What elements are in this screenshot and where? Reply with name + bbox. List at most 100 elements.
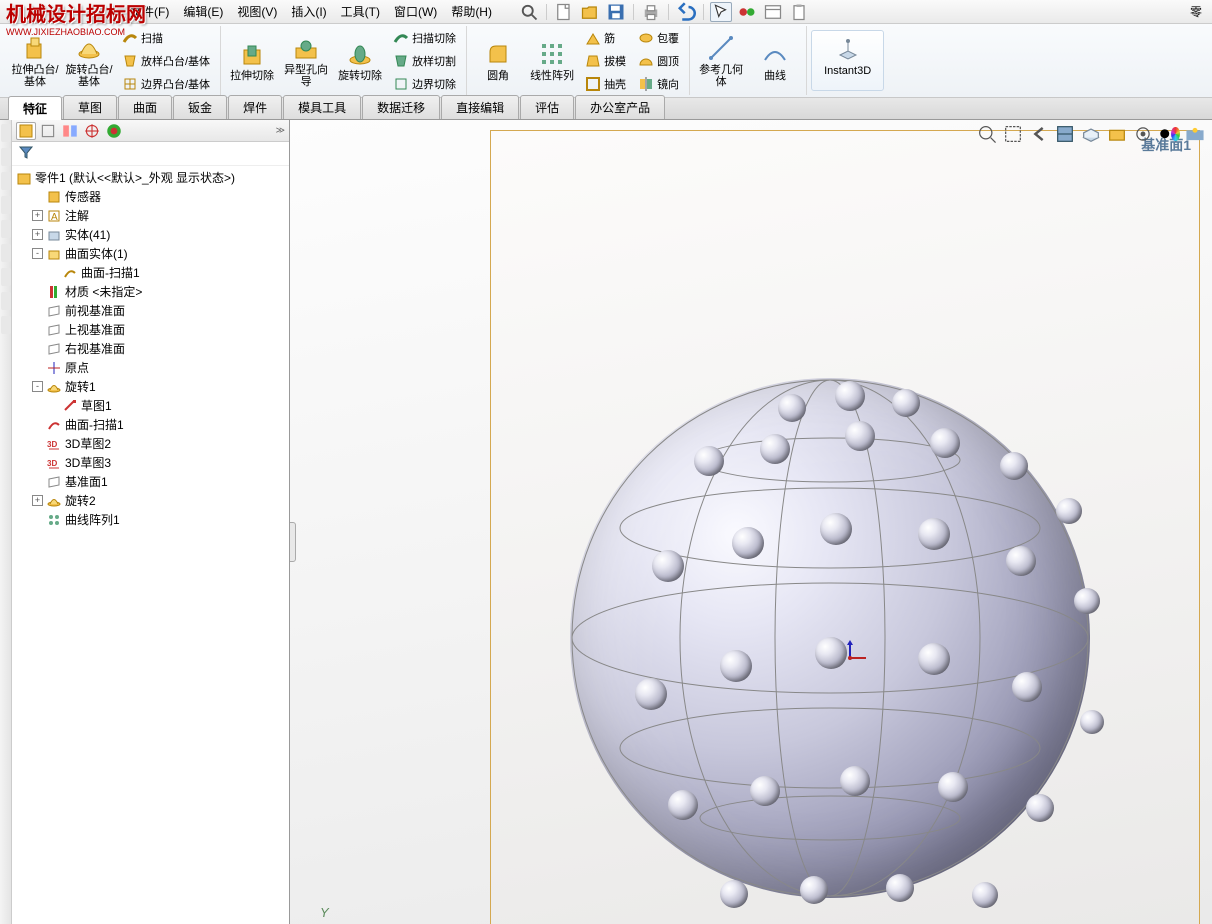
menu-tools[interactable]: 工具(T) — [335, 1, 386, 22]
tab-features[interactable]: 特征 — [8, 96, 62, 120]
tree-expander[interactable]: - — [32, 381, 43, 392]
curves-button[interactable]: 曲线 — [748, 26, 802, 95]
fm-tab-display-icon[interactable] — [104, 122, 124, 140]
tree-item[interactable]: 曲面-扫描1 — [16, 415, 285, 434]
hide-show-icon[interactable] — [1132, 124, 1154, 144]
loft-cut-button[interactable]: 放样切割 — [389, 52, 460, 70]
tab-office[interactable]: 办公室产品 — [575, 95, 665, 119]
menu-window[interactable]: 窗口(W) — [388, 1, 443, 22]
tree-item[interactable]: 曲线阵列1 — [16, 510, 285, 529]
linear-pattern-button[interactable]: 线性阵列 — [525, 26, 579, 95]
graphics-viewport[interactable]: 基准面1 Y — [290, 120, 1212, 924]
strip-btn-5[interactable] — [1, 220, 11, 238]
tree-expander[interactable]: + — [32, 229, 43, 240]
tab-datamigration[interactable]: 数据迁移 — [362, 95, 440, 119]
menu-help[interactable]: 帮助(H) — [445, 1, 498, 22]
fm-tab-tree-icon[interactable] — [16, 122, 36, 140]
print-icon[interactable] — [640, 2, 662, 22]
tree-item[interactable]: 3D3D草图2 — [16, 434, 285, 453]
view-orientation-icon[interactable] — [1080, 124, 1102, 144]
strip-btn-1[interactable] — [1, 124, 11, 142]
dome-button[interactable]: 圆顶 — [634, 52, 683, 70]
rib-button[interactable]: 筋 — [581, 29, 630, 47]
tree-item[interactable]: 3D3D草图3 — [16, 453, 285, 472]
options-icon[interactable] — [762, 2, 784, 22]
panel-splitter[interactable] — [290, 522, 296, 562]
tree-item[interactable]: 传感器 — [16, 187, 285, 206]
strip-btn-2[interactable] — [1, 148, 11, 166]
draft-button[interactable]: 拔模 — [581, 52, 630, 70]
sweep-button[interactable]: 扫描 — [118, 29, 214, 47]
extrude-boss-button[interactable]: 拉伸凸台/基体 — [8, 26, 62, 95]
tab-evaluate[interactable]: 评估 — [520, 95, 574, 119]
scene-icon[interactable] — [1184, 124, 1206, 144]
undo-icon[interactable] — [675, 2, 697, 22]
tab-sheetmetal[interactable]: 钣金 — [173, 95, 227, 119]
boundary-button[interactable]: 边界凸台/基体 — [118, 75, 214, 93]
clipboard-icon[interactable] — [788, 2, 810, 22]
fillet-button[interactable]: 圆角 — [471, 26, 525, 95]
tab-surfaces[interactable]: 曲面 — [118, 95, 172, 119]
display-style-icon[interactable] — [1106, 124, 1128, 144]
tree-item[interactable]: 上视基准面 — [16, 320, 285, 339]
strip-btn-6[interactable] — [1, 244, 11, 262]
fm-tab-dimxpert-icon[interactable] — [82, 122, 102, 140]
tab-sketch[interactable]: 草图 — [63, 95, 117, 119]
strip-btn-4[interactable] — [1, 196, 11, 214]
shell-button[interactable]: 抽壳 — [581, 75, 630, 93]
fm-tab-property-icon[interactable] — [38, 122, 58, 140]
new-doc-icon[interactable] — [553, 2, 575, 22]
zoom-area-icon[interactable] — [1002, 124, 1024, 144]
tree-item[interactable]: 基准面1 — [16, 472, 285, 491]
instant3d-button[interactable]: Instant3D — [811, 30, 884, 91]
tree-item[interactable]: -曲面实体(1) — [16, 244, 285, 263]
prev-view-icon[interactable] — [1028, 124, 1050, 144]
tree-item[interactable]: 原点 — [16, 358, 285, 377]
zoom-fit-icon[interactable] — [976, 124, 998, 144]
ref-geometry-button[interactable]: 参考几何体 — [694, 26, 748, 95]
tree-expander[interactable]: + — [32, 495, 43, 506]
search-icon[interactable] — [518, 2, 540, 22]
menu-view[interactable]: 视图(V) — [231, 1, 283, 22]
tree-item[interactable]: 曲面-扫描1 — [16, 263, 285, 282]
tree-root[interactable]: 零件1 (默认<<默认>_外观 显示状态>) — [16, 168, 285, 187]
tree-item[interactable]: +A注解 — [16, 206, 285, 225]
tree-expander[interactable]: - — [32, 248, 43, 259]
strip-btn-7[interactable] — [1, 268, 11, 286]
extrude-cut-button[interactable]: 拉伸切除 — [225, 26, 279, 95]
revolve-cut-button[interactable]: 旋转切除 — [333, 26, 387, 95]
strip-btn-3[interactable] — [1, 172, 11, 190]
section-view-icon[interactable] — [1054, 124, 1076, 144]
tree-item[interactable]: 材质 <未指定> — [16, 282, 285, 301]
open-icon[interactable] — [579, 2, 601, 22]
sweep-cut-button[interactable]: 扫描切除 — [389, 29, 460, 47]
revolve-boss-button[interactable]: 旋转凸台/基体 — [62, 26, 116, 95]
loft-button[interactable]: 放样凸台/基体 — [118, 52, 214, 70]
appearance-icon[interactable] — [1158, 124, 1180, 144]
menu-insert[interactable]: 插入(I) — [285, 1, 332, 22]
strip-btn-8[interactable] — [1, 292, 11, 310]
tree-expander[interactable]: + — [32, 210, 43, 221]
tab-directedit[interactable]: 直接编辑 — [441, 95, 519, 119]
tree-item[interactable]: +旋转2 — [16, 491, 285, 510]
select-icon[interactable] — [710, 2, 732, 22]
tree-item[interactable]: 草图1 — [16, 396, 285, 415]
menu-edit[interactable]: 编辑(E) — [177, 1, 229, 22]
fm-tab-config-icon[interactable] — [60, 122, 80, 140]
save-icon[interactable] — [605, 2, 627, 22]
tree-item[interactable]: 前视基准面 — [16, 301, 285, 320]
tree-item[interactable]: 右视基准面 — [16, 339, 285, 358]
boundary-cut-button[interactable]: 边界切除 — [389, 75, 460, 93]
rebuild-icon[interactable] — [736, 2, 758, 22]
strip-btn-9[interactable] — [1, 316, 11, 334]
tree-item[interactable]: -旋转1 — [16, 377, 285, 396]
fm-collapse-chevron-icon[interactable]: ≫ — [276, 125, 285, 136]
tab-weldments[interactable]: 焊件 — [228, 95, 282, 119]
menu-file[interactable]: 文件(F) — [124, 1, 175, 22]
mirror-button[interactable]: 镜向 — [634, 75, 683, 93]
tree-filter[interactable] — [12, 142, 289, 166]
hole-wizard-button[interactable]: 异型孔向导 — [279, 26, 333, 95]
wrap-button[interactable]: 包覆 — [634, 29, 683, 47]
tree-item[interactable]: +实体(41) — [16, 225, 285, 244]
tab-moldtools[interactable]: 模具工具 — [283, 95, 361, 119]
